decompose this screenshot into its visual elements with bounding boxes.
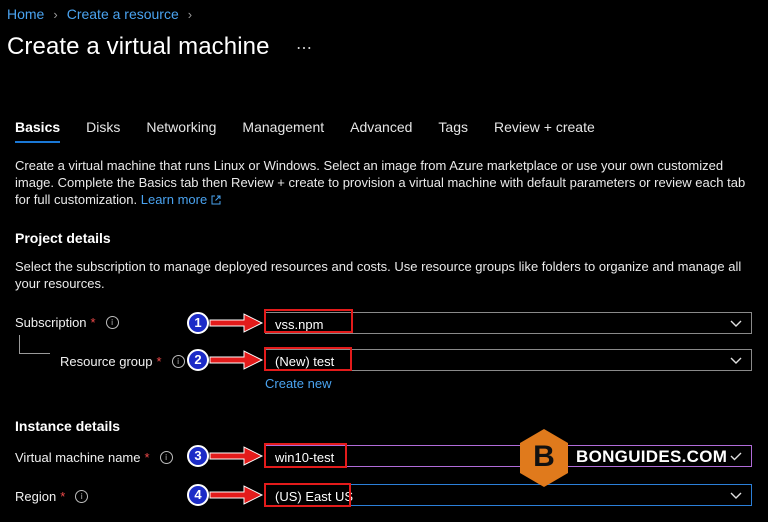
- callout-badge-3: 3: [187, 445, 209, 467]
- callout-badge-2: 2: [187, 349, 209, 371]
- required-marker: *: [90, 315, 96, 330]
- intro-text: Create a virtual machine that runs Linux…: [15, 158, 746, 207]
- arrow-right-icon: [209, 446, 264, 466]
- create-new-link[interactable]: Create new: [265, 376, 331, 391]
- arrow-right-icon: [209, 350, 264, 370]
- resource-group-label: Resource group * i: [60, 354, 185, 369]
- region-label: Region * i: [15, 489, 89, 504]
- required-marker: *: [156, 354, 162, 369]
- highlight-box: [264, 483, 351, 507]
- required-marker: *: [60, 489, 66, 504]
- page-title: Create a virtual machine: [7, 33, 270, 60]
- tab-management[interactable]: Management: [242, 119, 324, 143]
- chevron-down-icon: [730, 357, 742, 364]
- required-marker: *: [144, 450, 150, 465]
- highlight-box: [264, 443, 347, 468]
- info-icon[interactable]: i: [105, 316, 119, 329]
- project-details-title: Project details: [15, 230, 111, 246]
- tab-disks[interactable]: Disks: [86, 119, 120, 143]
- tab-review-create[interactable]: Review + create: [494, 119, 595, 143]
- info-icon[interactable]: i: [171, 355, 185, 368]
- intro-description: Create a virtual machine that runs Linux…: [15, 157, 755, 208]
- arrow-right-icon: [209, 313, 264, 333]
- external-link-icon: [211, 195, 221, 205]
- arrow-right-icon: [209, 485, 264, 505]
- instance-details-title: Instance details: [15, 418, 121, 434]
- tab-advanced[interactable]: Advanced: [350, 119, 412, 143]
- subscription-label-text: Subscription: [15, 315, 87, 330]
- chevron-right-icon: ›: [187, 6, 193, 22]
- callout-badge-4: 4: [187, 484, 209, 506]
- checkmark-icon: [730, 452, 742, 461]
- highlight-box: [264, 347, 352, 371]
- vm-name-label-text: Virtual machine name: [15, 450, 141, 465]
- tab-basics[interactable]: Basics: [15, 119, 61, 143]
- highlight-box: [264, 309, 353, 333]
- project-details-description: Select the subscription to manage deploy…: [15, 259, 742, 291]
- info-icon[interactable]: i: [159, 451, 173, 464]
- chevron-down-icon: [730, 492, 742, 499]
- tree-connector: [19, 335, 50, 354]
- watermark-text: BONGUIDES.COM: [576, 447, 728, 466]
- breadcrumb-home-link[interactable]: Home: [7, 6, 44, 22]
- tab-tags[interactable]: Tags: [438, 119, 468, 143]
- resource-group-label-text: Resource group: [60, 354, 153, 369]
- breadcrumb: Home › Create a resource ›: [7, 6, 201, 22]
- callout-badge-1: 1: [187, 312, 209, 334]
- subscription-label: Subscription * i: [15, 315, 119, 330]
- logo-letter: B: [533, 440, 555, 473]
- info-icon[interactable]: i: [75, 490, 89, 503]
- breadcrumb-create-resource-link[interactable]: Create a resource: [67, 6, 179, 22]
- vm-name-label: Virtual machine name * i: [15, 450, 173, 465]
- chevron-down-icon: [730, 320, 742, 327]
- learn-more-link[interactable]: Learn more: [141, 192, 207, 207]
- bonguides-logo: B: [518, 428, 570, 488]
- chevron-right-icon: ›: [53, 6, 58, 22]
- more-options-icon[interactable]: ⋯: [296, 38, 312, 58]
- tab-networking[interactable]: Networking: [146, 119, 216, 143]
- region-label-text: Region: [15, 489, 57, 504]
- tab-bar: Basics Disks Networking Management Advan…: [15, 119, 621, 143]
